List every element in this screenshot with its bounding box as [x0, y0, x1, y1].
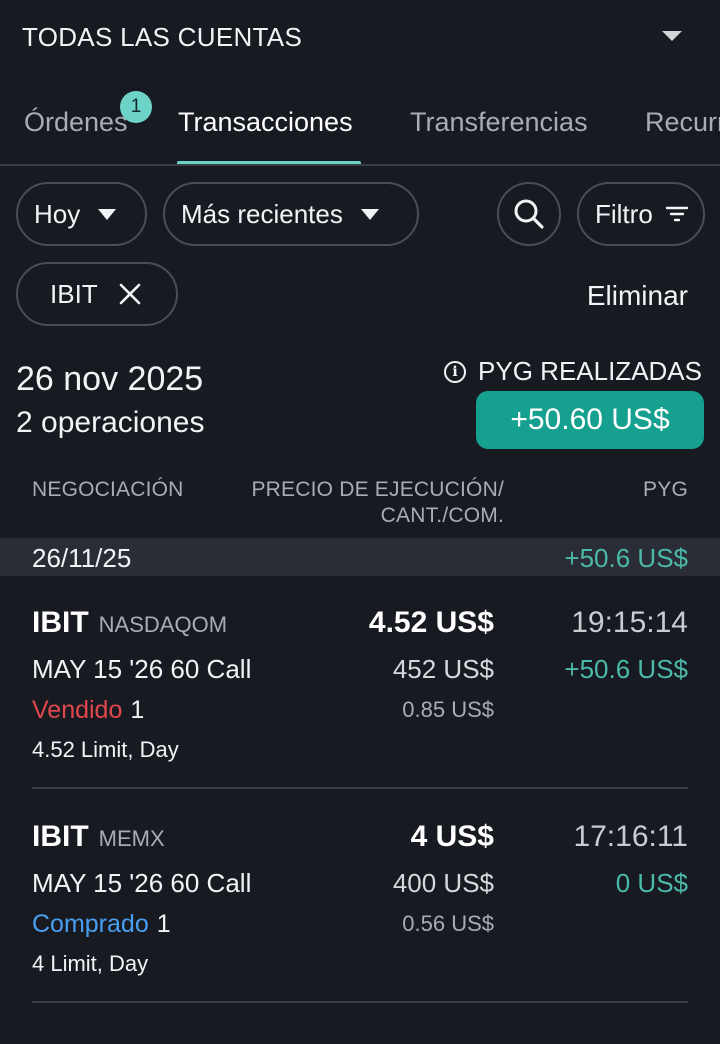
order-type: 4.52 Limit, Day — [32, 737, 179, 762]
exchange: NASDAQOM — [98, 612, 228, 637]
tab-ordenes-badge: 1 — [120, 91, 152, 123]
column-header-trade: NEGOCIACIÓN — [32, 478, 184, 501]
quantity: 1 — [156, 910, 171, 938]
tab-recurrentes[interactable]: Recurr — [645, 107, 720, 138]
order-type: 4 Limit, Day — [32, 951, 149, 976]
clear-filters-button[interactable]: Eliminar — [587, 280, 688, 312]
total-amount: 400 US$ — [392, 868, 494, 898]
side-label: Vendido — [32, 696, 123, 724]
tab-transacciones[interactable]: Transacciones — [178, 107, 353, 138]
tab-ordenes[interactable]: Órdenes — [24, 107, 128, 138]
commission: 0.85 US$ — [402, 697, 494, 722]
execution-price: 4 US$ — [410, 820, 494, 853]
sort-dropdown[interactable]: Más recientes — [163, 182, 419, 246]
trade-symbol: IBIT NASDAQOM — [32, 606, 227, 640]
period-dropdown[interactable]: Hoy — [16, 182, 147, 246]
search-icon — [514, 199, 544, 229]
exchange: MEMX — [98, 826, 165, 851]
info-icon[interactable]: i — [444, 360, 467, 383]
column-header-price: PRECIO DE EJECUCIÓN/ CANT./COM. — [251, 478, 504, 528]
trade-symbol: IBIT MEMX — [32, 820, 165, 854]
group-date: 26/11/25 — [32, 543, 132, 573]
realized-pyg-label[interactable]: i PYG REALIZADAS — [444, 356, 702, 387]
trade-pyg: 0 US$ — [615, 868, 688, 898]
transaction-row[interactable]: IBIT MEMX MAY 15 '26 60 Call Comprado 1 4 … — [0, 810, 720, 1000]
trade-time: 19:15:14 — [571, 606, 688, 639]
trade-side: Vendido 1 — [32, 696, 144, 725]
transaction-row[interactable]: IBIT NASDAQOM MAY 15 '26 60 Call Vendido 1… — [0, 596, 720, 786]
column-header-price-line1: PRECIO DE EJECUCIÓN/ — [251, 478, 504, 501]
trade-side: Comprado 1 — [32, 910, 171, 939]
column-header-pyg: PYG — [643, 478, 688, 501]
period-label: Hoy — [34, 198, 81, 229]
filter-button[interactable]: Filtro — [577, 182, 705, 246]
group-pyg: +50.6 US$ — [564, 543, 688, 573]
execution-price: 4.52 US$ — [368, 606, 494, 639]
realized-pyg-text: PYG REALIZADAS — [478, 356, 702, 386]
operations-count: 2 operaciones — [16, 406, 205, 439]
tabs-divider — [0, 164, 720, 166]
contract: MAY 15 '26 60 Call — [32, 654, 252, 684]
total-amount: 452 US$ — [392, 654, 494, 684]
trade-pyg: +50.6 US$ — [564, 654, 688, 684]
tab-transferencias[interactable]: Transferencias — [410, 107, 588, 138]
row-divider — [32, 1001, 688, 1003]
realized-pyg-badge: +50.60 US$ — [476, 391, 704, 449]
search-button[interactable] — [497, 182, 561, 246]
symbol-filter-chip[interactable]: IBIT — [16, 262, 178, 326]
column-header-price-line2: CANT./COM. — [380, 504, 504, 527]
chevron-down-icon[interactable] — [662, 31, 682, 41]
contract: MAY 15 '26 60 Call — [32, 868, 252, 898]
symbol: IBIT — [32, 606, 89, 639]
chevron-down-icon — [360, 208, 379, 220]
close-icon[interactable] — [118, 282, 142, 306]
chip-label: IBIT — [50, 278, 98, 309]
quantity: 1 — [130, 696, 145, 724]
filter-label: Filtro — [595, 198, 653, 229]
trade-time: 17:16:11 — [573, 820, 688, 853]
row-divider — [32, 787, 688, 789]
summary-date: 26 nov 2025 — [16, 360, 204, 398]
commission: 0.56 US$ — [402, 911, 494, 936]
symbol: IBIT — [32, 820, 89, 853]
side-label: Comprado — [32, 910, 149, 938]
account-selector-title[interactable]: TODAS LAS CUENTAS — [22, 22, 302, 53]
filter-icon — [665, 206, 688, 222]
sort-label: Más recientes — [181, 198, 343, 229]
chevron-down-icon — [98, 208, 117, 220]
